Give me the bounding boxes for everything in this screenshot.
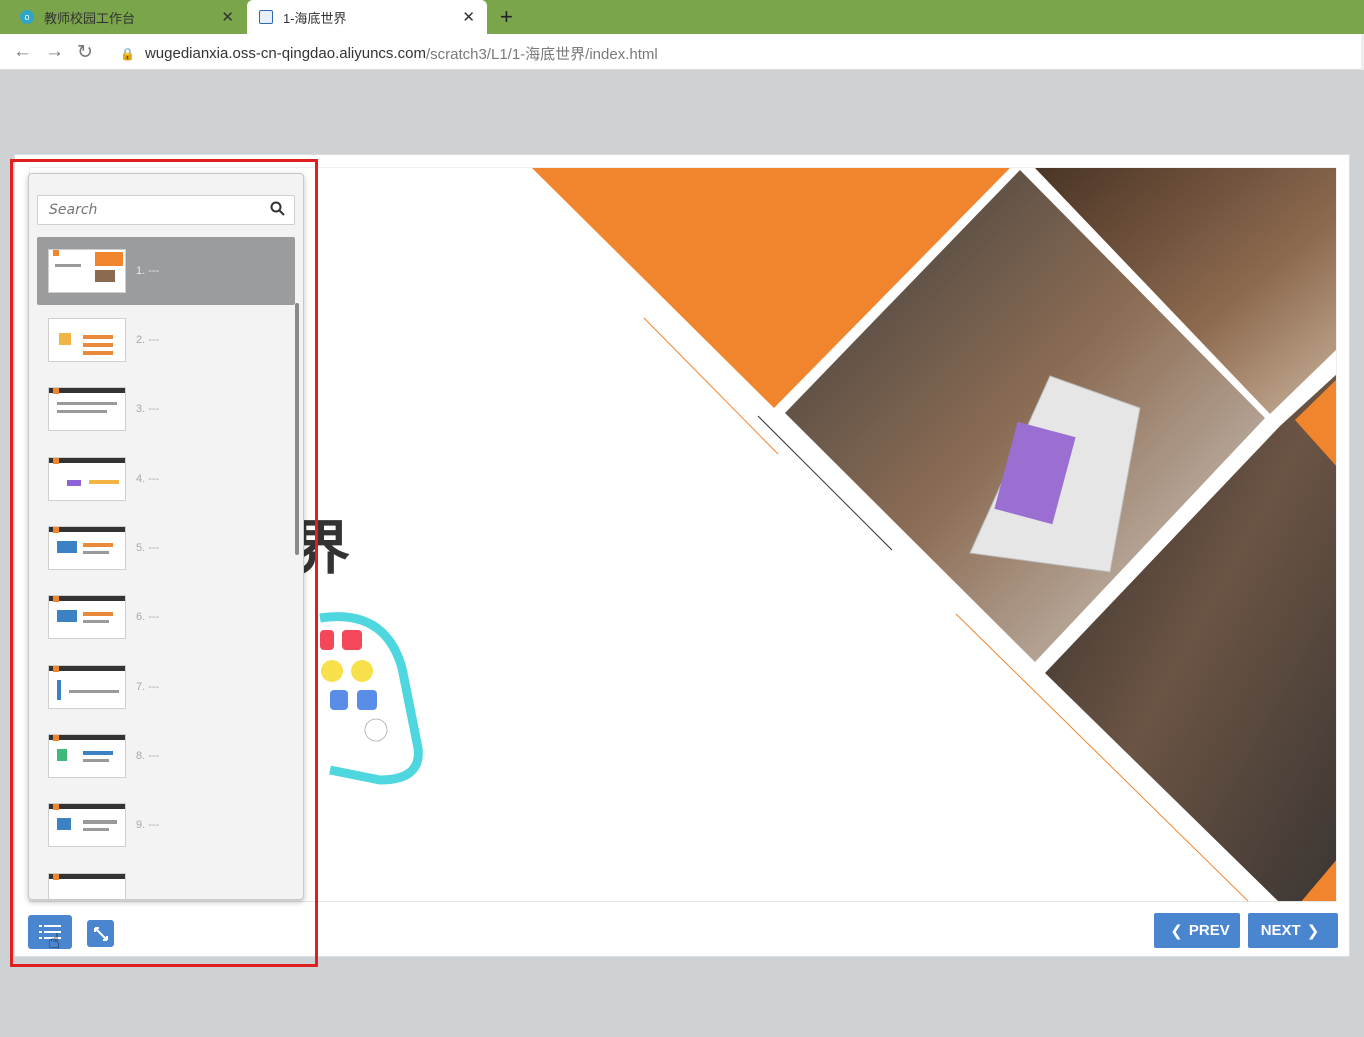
slide-list-item[interactable]: 1. ---: [37, 237, 295, 305]
slide-label: 3. ---: [136, 403, 160, 415]
slide-thumbnail: [48, 249, 126, 293]
slide-thumbnail: [48, 665, 126, 709]
slide-label: 8. ---: [136, 750, 160, 762]
chevron-right-icon: ❯: [1306, 922, 1320, 940]
url-host: wugedianxia.oss-cn-qingdao.aliyuncs.com: [144, 45, 426, 62]
url-field[interactable]: 🔒 wugedianxia.oss-cn-qingdao.aliyuncs.co…: [120, 43, 658, 64]
prev-button[interactable]: ❮ PREV: [1154, 913, 1240, 948]
search-icon[interactable]: [270, 201, 285, 220]
slide-list-item[interactable]: 5. ---: [37, 514, 295, 582]
slide-label: 7. ---: [136, 681, 160, 693]
slide-list-item[interactable]: 9. ---: [37, 791, 295, 859]
reload-icon[interactable]: ↻: [77, 41, 93, 64]
slide-menu-panel: 1. --- 2. --- 3. --- 4. --- 5. --- 6. --…: [28, 173, 304, 900]
slide-list-item[interactable]: 7. ---: [37, 653, 295, 721]
slide-list-item[interactable]: 3. ---: [37, 375, 295, 443]
menu-scrollbar[interactable]: [295, 303, 299, 555]
slide-label: 6. ---: [136, 611, 160, 623]
hand-cursor-icon: ☝: [48, 931, 61, 953]
slide-thumbnail: [48, 803, 126, 847]
slide-label: 2. ---: [136, 334, 160, 346]
slide-label: 4. ---: [136, 473, 160, 485]
next-label: NEXT: [1260, 922, 1301, 939]
slide-list: 1. --- 2. --- 3. --- 4. --- 5. --- 6. --…: [37, 237, 299, 899]
back-arrow-icon[interactable]: ←: [13, 41, 32, 63]
fullscreen-button[interactable]: [87, 920, 114, 947]
slide-label: 9. ---: [136, 819, 160, 831]
slide-thumbnail: [48, 387, 126, 431]
slide-list-item[interactable]: 6. ---: [37, 583, 295, 651]
search-input[interactable]: [38, 196, 258, 224]
slide-label: 5. ---: [136, 542, 160, 554]
lock-icon: 🔒: [120, 46, 135, 61]
tab-bar: o 教师校园工作台 ✕ 1-海底世界 ✕ +: [0, 0, 1364, 34]
slide-list-item[interactable]: 4. ---: [37, 445, 295, 513]
tab-title: 教师校园工作台: [44, 10, 136, 26]
close-tab-icon[interactable]: ✕: [462, 8, 475, 26]
new-tab-icon[interactable]: +: [500, 4, 513, 30]
next-button[interactable]: NEXT ❯: [1248, 913, 1338, 948]
slide-thumbnail: [48, 734, 126, 778]
slide-label: 1. ---: [136, 265, 160, 277]
search-box: [37, 195, 295, 225]
workbench-favicon-icon: o: [20, 10, 34, 24]
control-divider: [29, 901, 1337, 902]
url-path: /scratch3/L1/1-海底世界/index.html: [425, 46, 658, 63]
slide-list-item[interactable]: 8. ---: [37, 722, 295, 790]
slide-thumbnail: [48, 318, 126, 362]
prev-label: PREV: [1188, 922, 1230, 939]
forward-arrow-icon[interactable]: →: [45, 41, 64, 63]
expand-icon: [93, 926, 108, 941]
slide-list-item[interactable]: 2. ---: [37, 306, 295, 374]
slide-thumbnail: [48, 595, 126, 639]
address-bar: ← → ↻ 🔒 wugedianxia.oss-cn-qingdao.aliyu…: [0, 34, 1364, 70]
slide-thumbnail: [48, 873, 126, 899]
chevron-left-icon: ❮: [1170, 922, 1183, 940]
slide-thumbnail: [48, 457, 126, 501]
slide-thumbnail: [48, 526, 126, 570]
tab-lesson[interactable]: 1-海底世界 ✕: [247, 0, 487, 34]
page-favicon-icon: [259, 10, 273, 24]
tab-title: 1-海底世界: [283, 10, 347, 26]
tab-teacher-workbench[interactable]: o 教师校园工作台 ✕: [0, 0, 246, 34]
slide-list-item[interactable]: [37, 861, 295, 899]
close-tab-icon[interactable]: ✕: [221, 8, 234, 26]
